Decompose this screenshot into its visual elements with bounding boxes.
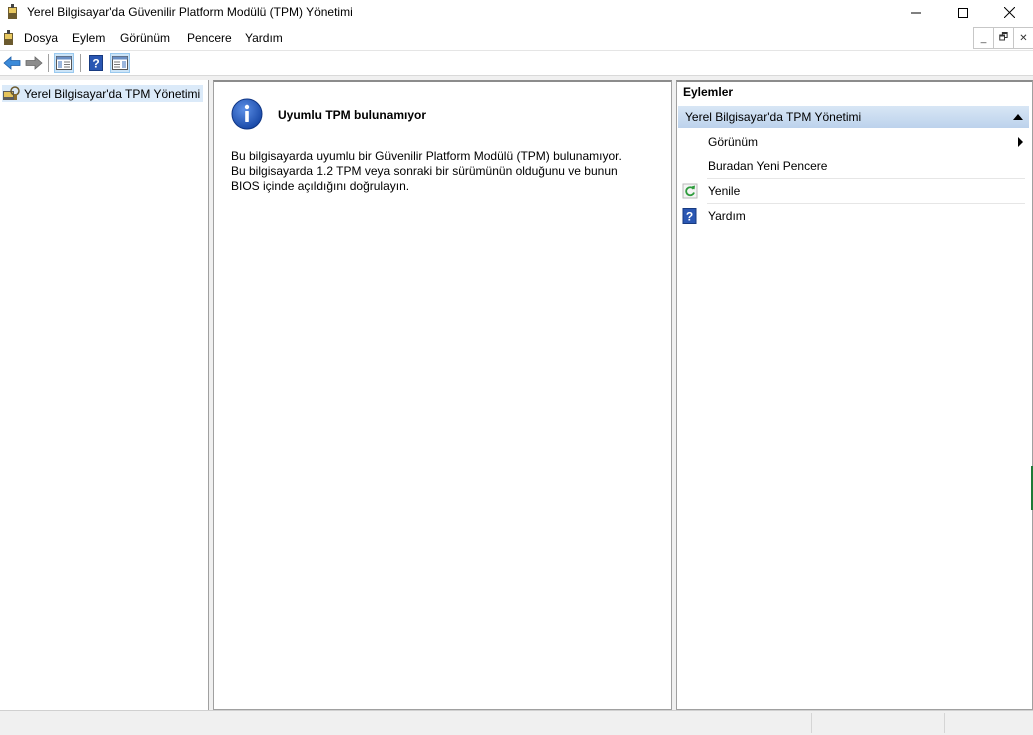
mdi-controls: _ 🗗 ✕ bbox=[973, 27, 1033, 49]
window-title: Yerel Bilgisayar'da Güvenilir Platform M… bbox=[27, 5, 353, 19]
info-heading: Uyumlu TPM bulunamıyor bbox=[278, 108, 427, 122]
menu-window[interactable]: Pencere bbox=[187, 31, 232, 45]
mdi-minimize-button[interactable]: _ bbox=[973, 27, 993, 49]
action-new-window[interactable]: Buradan Yeni Pencere bbox=[682, 154, 1025, 177]
toolbar: ? bbox=[0, 50, 1033, 76]
info-body: Bu bilgisayarda uyumlu bir Güvenilir Pla… bbox=[231, 149, 622, 194]
menu-file[interactable]: Dosya bbox=[24, 31, 58, 45]
close-icon bbox=[1003, 7, 1015, 18]
back-icon bbox=[3, 56, 21, 70]
action-refresh[interactable]: Yenile bbox=[682, 179, 1025, 202]
action-label: Yenile bbox=[708, 183, 741, 198]
actions-pane: Eylemler Yerel Bilgisayar'da TPM Yönetim… bbox=[676, 80, 1033, 710]
info-line: BIOS içinde açıldığını doğrulayın. bbox=[231, 179, 410, 193]
action-pane-icon bbox=[112, 56, 128, 70]
tree-item-label: Yerel Bilgisayar'da TPM Yönetimi bbox=[24, 86, 201, 101]
tpm-node-icon bbox=[3, 85, 20, 100]
action-help[interactable]: ? Yardım bbox=[682, 204, 1025, 227]
actions-header: Eylemler bbox=[683, 85, 734, 99]
blank-icon bbox=[682, 158, 698, 174]
minimize-icon bbox=[911, 12, 921, 13]
console-workarea: Yerel Bilgisayar'da TPM Yönetimi Uyumlu … bbox=[0, 76, 1033, 710]
menu-help[interactable]: Yardım bbox=[245, 31, 283, 45]
console-tree-pane: Yerel Bilgisayar'da TPM Yönetimi bbox=[0, 80, 209, 710]
maximize-icon bbox=[958, 7, 968, 18]
mdi-close-button[interactable]: ✕ bbox=[1013, 27, 1033, 49]
toolbar-separator bbox=[80, 54, 81, 72]
tpm-app-icon bbox=[8, 4, 17, 19]
title-bar: Yerel Bilgisayar'da Güvenilir Platform M… bbox=[0, 0, 1033, 25]
submenu-arrow-icon bbox=[1018, 137, 1023, 147]
close-button[interactable] bbox=[986, 0, 1032, 25]
console-tree-icon bbox=[56, 56, 72, 70]
status-bar bbox=[0, 710, 1033, 735]
back-button[interactable] bbox=[2, 53, 22, 73]
menu-action[interactable]: Eylem bbox=[72, 31, 105, 45]
show-hide-console-tree-button[interactable] bbox=[54, 53, 74, 73]
forward-icon bbox=[25, 56, 43, 70]
result-pane: Uyumlu TPM bulunamıyor Bu bilgisayarda u… bbox=[213, 80, 672, 710]
svg-text:?: ? bbox=[92, 57, 99, 71]
system-menu-icon[interactable] bbox=[2, 30, 16, 46]
minimize-button[interactable] bbox=[893, 0, 939, 25]
info-line: Bu bilgisayarda uyumlu bir Güvenilir Pla… bbox=[231, 149, 622, 163]
action-label: Görünüm bbox=[708, 134, 759, 149]
mdi-restore-button[interactable]: 🗗 bbox=[993, 27, 1013, 49]
tree-item-tpm-management[interactable]: Yerel Bilgisayar'da TPM Yönetimi bbox=[2, 85, 204, 102]
status-segment bbox=[811, 713, 812, 733]
maximize-button[interactable] bbox=[940, 0, 986, 25]
refresh-icon bbox=[682, 183, 698, 198]
collapse-caret-icon[interactable] bbox=[1013, 114, 1023, 120]
toolbar-separator bbox=[48, 54, 49, 72]
show-hide-action-pane-button[interactable] bbox=[110, 53, 130, 73]
help-icon: ? bbox=[682, 207, 697, 224]
actions-group-header[interactable]: Yerel Bilgisayar'da TPM Yönetimi bbox=[678, 106, 1029, 128]
status-segment bbox=[944, 713, 945, 733]
forward-button[interactable] bbox=[24, 53, 44, 73]
action-view[interactable]: Görünüm bbox=[682, 130, 1025, 153]
actions-group-label: Yerel Bilgisayar'da TPM Yönetimi bbox=[685, 110, 862, 124]
menu-view[interactable]: Görünüm bbox=[120, 31, 170, 45]
menu-bar: Dosya Eylem Görünüm Pencere Yardım bbox=[0, 27, 1033, 49]
help-button[interactable]: ? bbox=[86, 53, 106, 73]
info-icon bbox=[231, 98, 263, 130]
svg-text:?: ? bbox=[686, 209, 693, 223]
info-line: Bu bilgisayarda 1.2 TPM veya sonraki bir… bbox=[231, 164, 618, 178]
blank-icon bbox=[682, 134, 698, 150]
action-label: Yardım bbox=[708, 208, 746, 223]
action-label: Buradan Yeni Pencere bbox=[708, 158, 828, 173]
help-icon: ? bbox=[89, 55, 103, 71]
